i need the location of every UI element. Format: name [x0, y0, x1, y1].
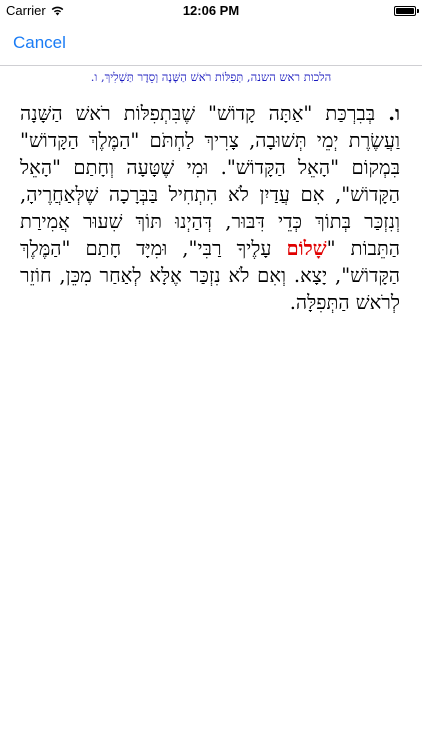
- screen: Carrier 12:06 PM Cancel הלכות ראש השנה, …: [0, 0, 422, 750]
- navigation-bar: Cancel: [0, 22, 422, 66]
- highlighted-word: שָׁלוֹם: [286, 237, 327, 260]
- battery-fill: [396, 8, 414, 14]
- halacha-paragraph: ו. בְּבִרְכַּת "אַתָּה קָדוֹשׁ" שֶׁבִּתְ…: [20, 100, 400, 316]
- status-bar: Carrier 12:06 PM: [0, 0, 422, 22]
- status-time: 12:06 PM: [182, 3, 240, 18]
- section-number: ו.: [388, 102, 400, 125]
- breadcrumb: הלכות ראש השנה, תְּפִלּוֹת רֹאשׁ הַשָּׁנ…: [90, 70, 332, 84]
- cancel-button[interactable]: Cancel: [13, 33, 66, 53]
- battery-tip: [417, 9, 419, 13]
- battery-icon: [394, 6, 419, 16]
